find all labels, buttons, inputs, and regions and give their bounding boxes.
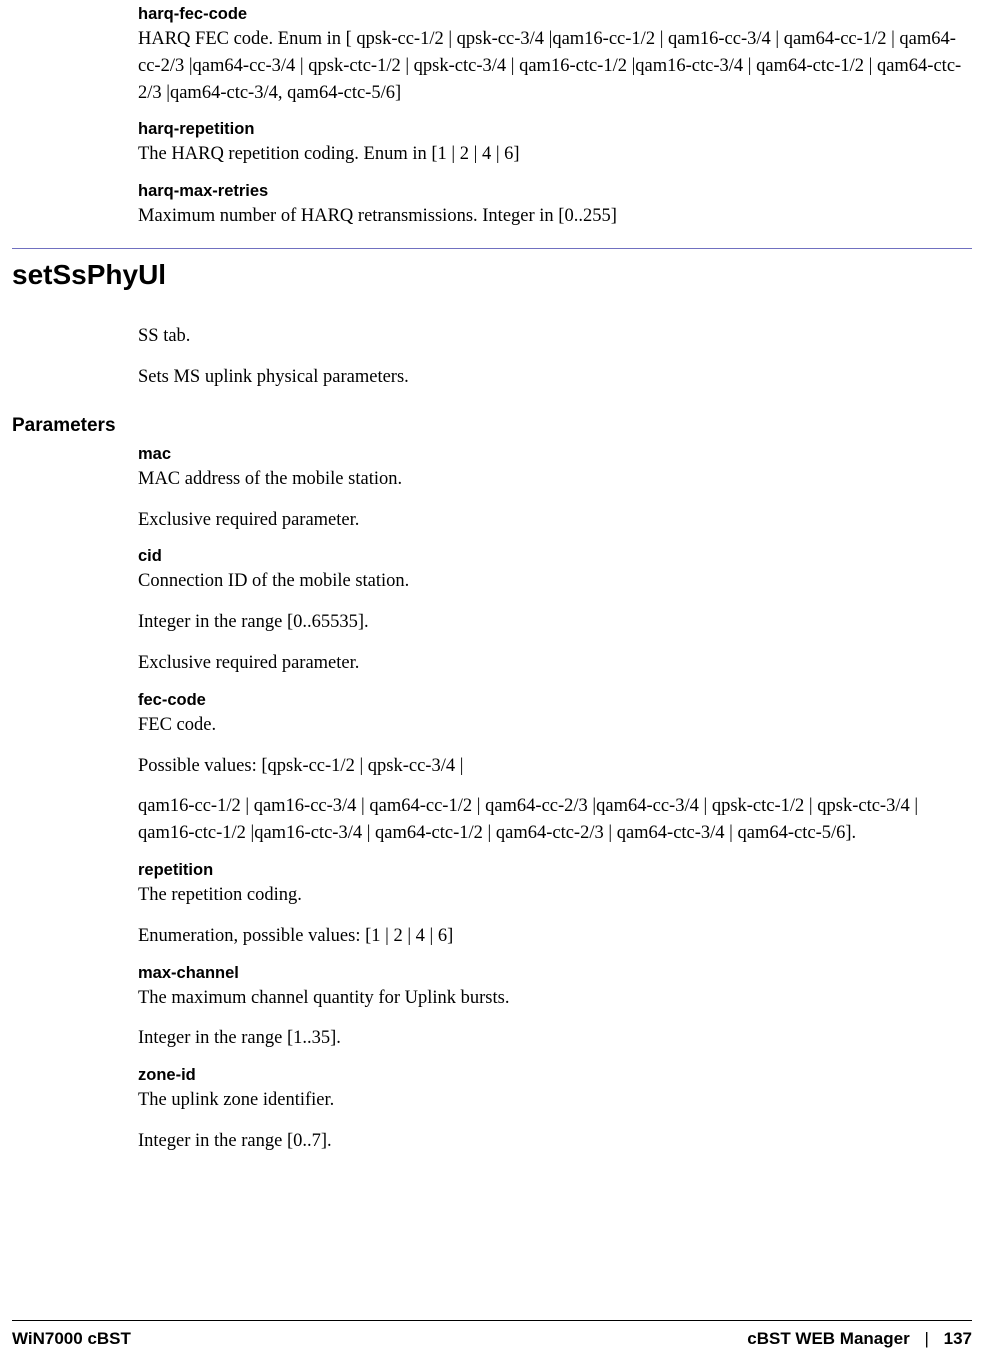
footer-right: cBST WEB Manager | 137 [747, 1329, 972, 1349]
footer-separator: | [924, 1329, 928, 1348]
param-name-max-channel: max-channel [138, 964, 972, 983]
param-desc: HARQ FEC code. Enum in [ qpsk-cc-1/2 | q… [138, 26, 972, 106]
footer-section: cBST WEB Manager [747, 1329, 909, 1348]
param-desc: The HARQ repetition coding. Enum in [1 |… [138, 141, 972, 168]
param-desc: Integer in the range [0..7]. [138, 1128, 972, 1155]
param-name-harq-fec-code: harq-fec-code [138, 5, 972, 24]
param-desc: Maximum number of HARQ retransmissions. … [138, 203, 972, 230]
param-desc: Enumeration, possible values: [1 | 2 | 4… [138, 923, 972, 950]
param-desc: The maximum channel quantity for Uplink … [138, 985, 972, 1012]
param-desc: MAC address of the mobile station. [138, 466, 972, 493]
section-heading-setssphyul: setSsPhyUl [12, 248, 972, 323]
param-desc: Exclusive required parameter. [138, 507, 972, 534]
param-desc: qam16-cc-1/2 | qam16-cc-3/4 | qam64-cc-1… [138, 793, 972, 847]
param-desc: Connection ID of the mobile station. [138, 568, 972, 595]
footer-product: WiN7000 cBST [12, 1329, 131, 1349]
param-desc: FEC code. [138, 712, 972, 739]
param-desc: Exclusive required parameter. [138, 650, 972, 677]
param-desc: Integer in the range [1..35]. [138, 1025, 972, 1052]
section-intro: SS tab. [138, 323, 972, 350]
param-name-repetition: repetition [138, 861, 972, 880]
param-name-zone-id: zone-id [138, 1066, 972, 1085]
param-desc: Integer in the range [0..65535]. [138, 609, 972, 636]
param-desc: The uplink zone identifier. [138, 1087, 972, 1114]
param-name-fec-code: fec-code [138, 691, 972, 710]
footer-page-number: 137 [944, 1329, 972, 1348]
parameters-heading: Parameters [12, 415, 972, 437]
section-intro: Sets MS uplink physical parameters. [138, 364, 972, 391]
param-name-harq-max-retries: harq-max-retries [138, 182, 972, 201]
param-desc: Possible values: [qpsk-cc-1/2 | qpsk-cc-… [138, 753, 972, 780]
param-desc: The repetition coding. [138, 882, 972, 909]
param-name-mac: mac [138, 445, 972, 464]
param-name-cid: cid [138, 547, 972, 566]
param-name-harq-repetition: harq-repetition [138, 120, 972, 139]
